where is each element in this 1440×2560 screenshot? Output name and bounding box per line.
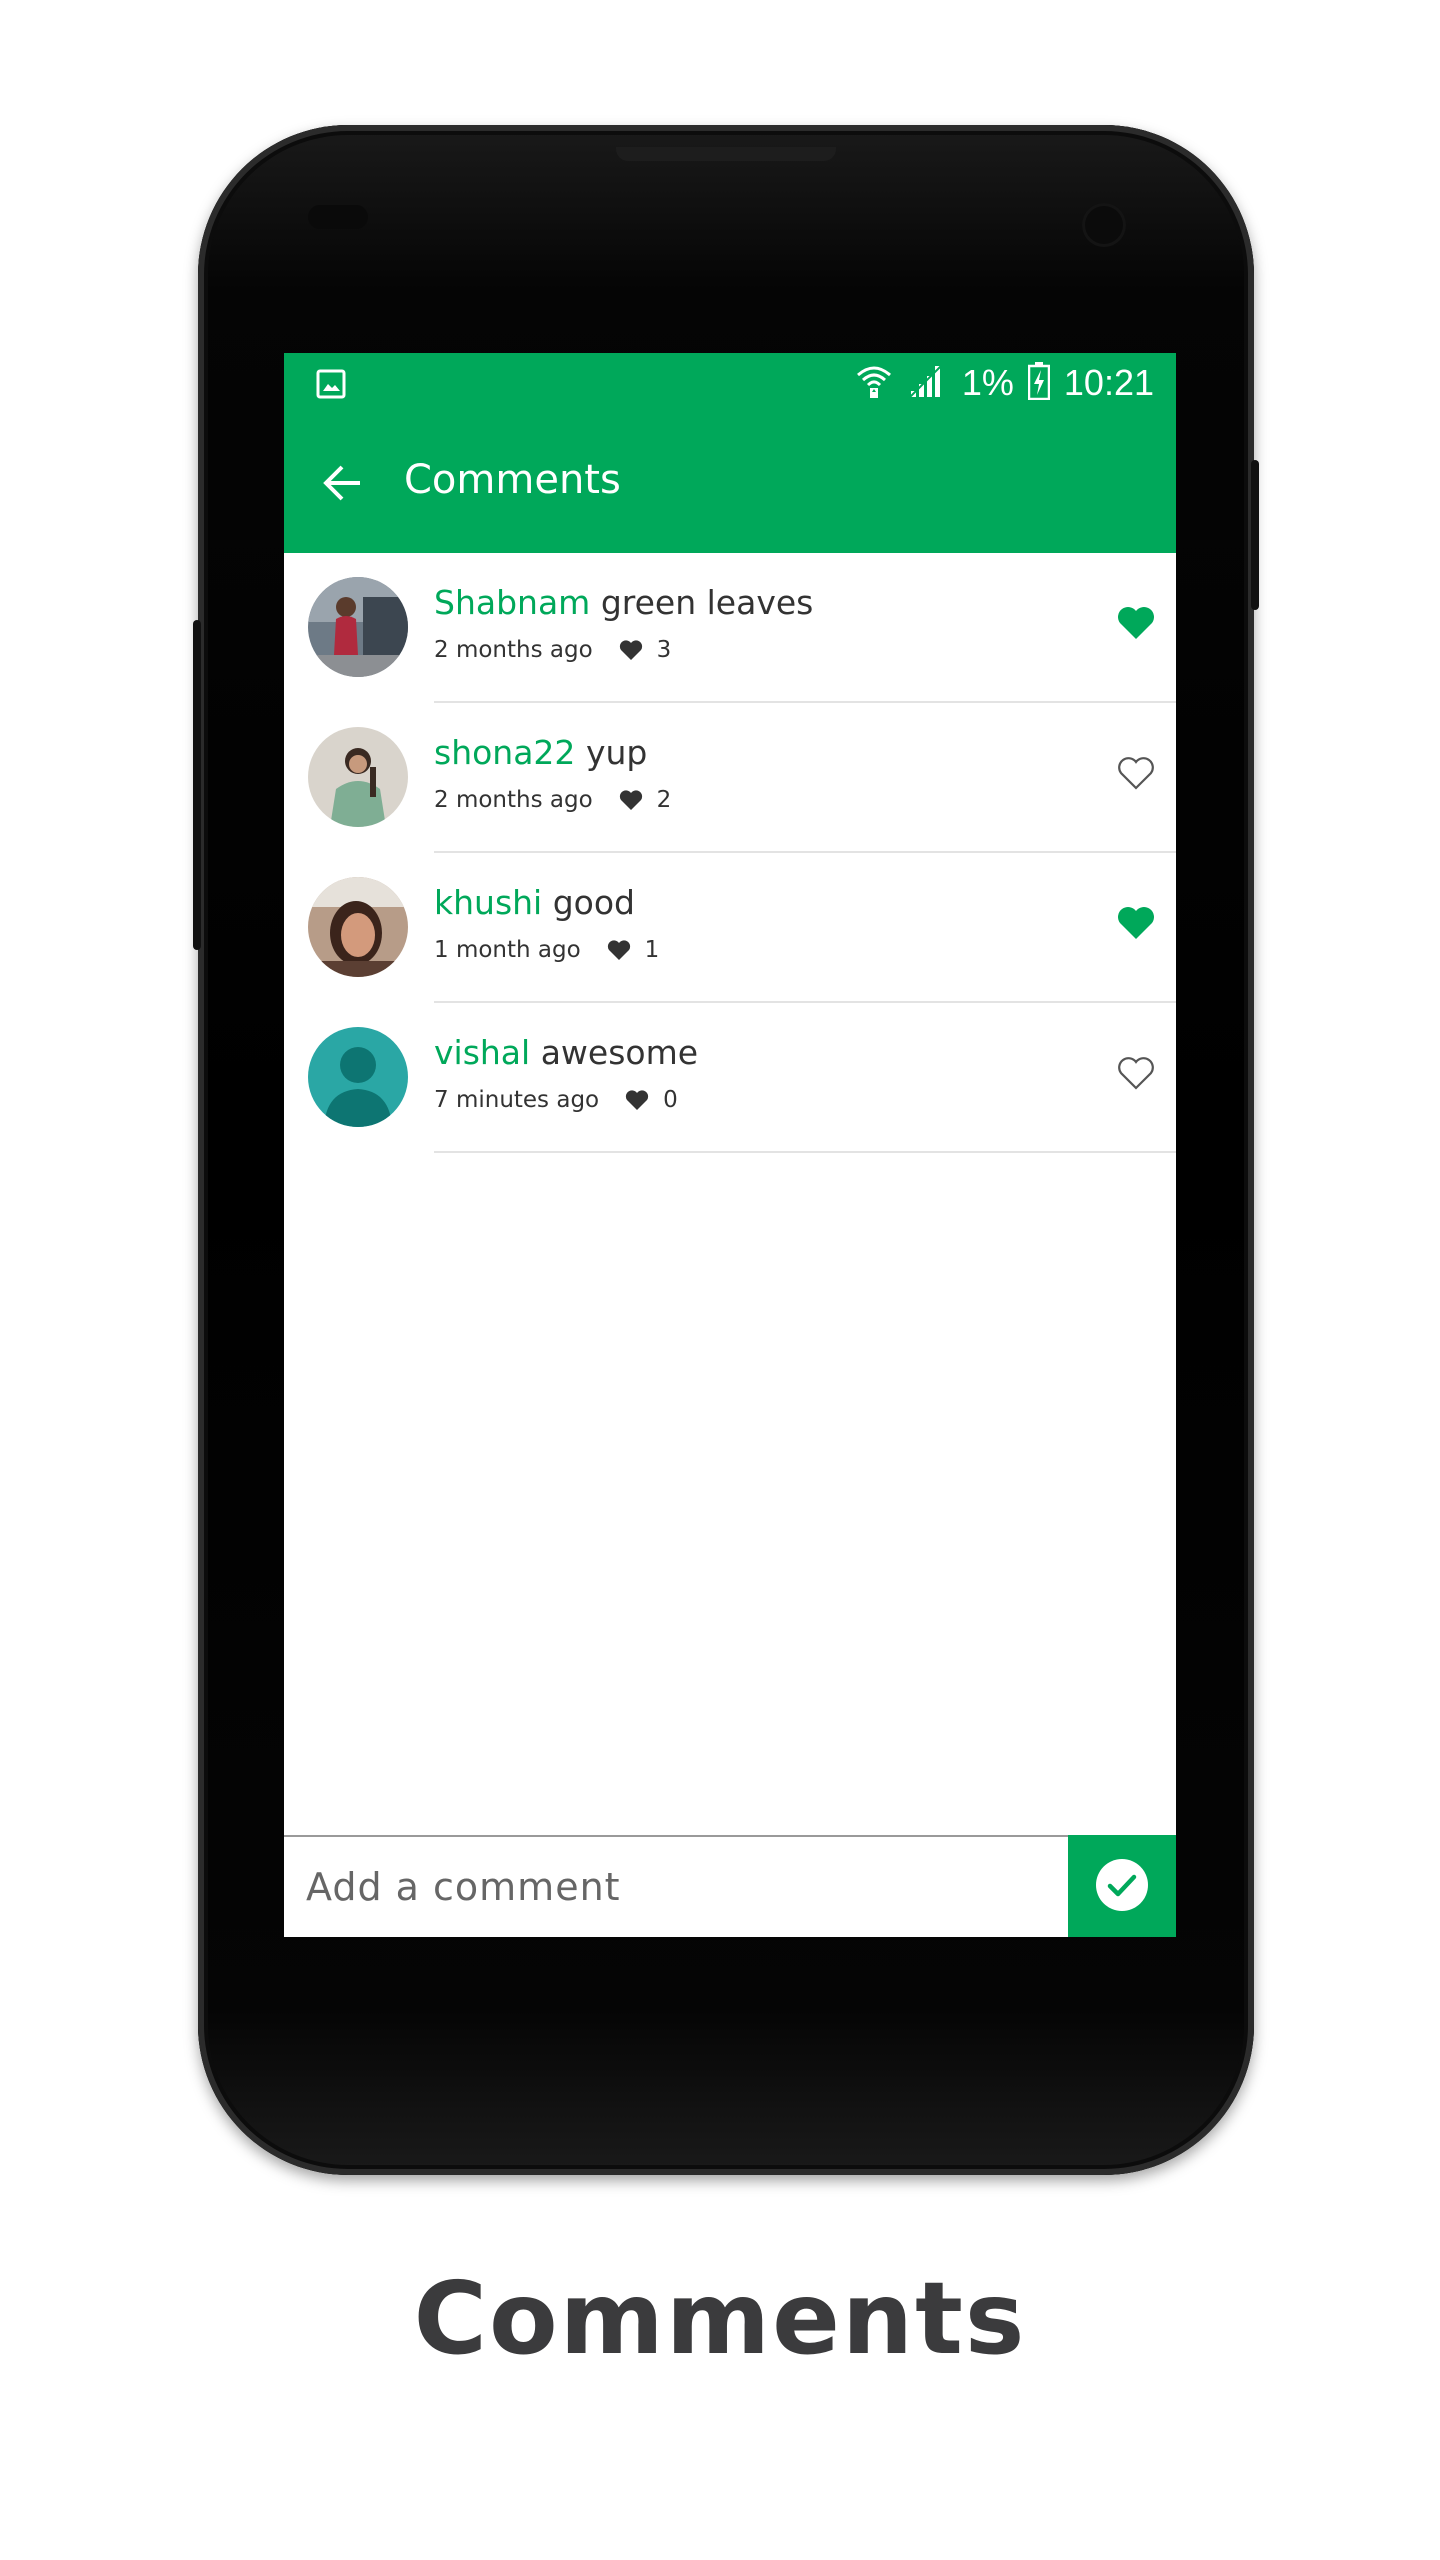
volume-button — [193, 620, 201, 950]
comment-list: Shabnam green leaves 2 months ago 3 shon… — [284, 553, 1176, 1153]
avatar[interactable] — [308, 577, 408, 677]
avatar[interactable] — [308, 1027, 408, 1127]
like-count: 2 — [656, 787, 672, 813]
comment-item: khushi good 1 month ago 1 — [284, 853, 1176, 1003]
check-circle-icon — [1094, 1857, 1150, 1917]
comment-composer — [284, 1835, 1176, 1937]
comment-item: Shabnam green leaves 2 months ago 3 — [284, 553, 1176, 703]
status-bar: 1% 10:21 — [284, 353, 1176, 413]
avatar[interactable] — [308, 727, 408, 827]
wifi-icon — [854, 361, 894, 405]
comment-text-line: shona22 yup — [434, 733, 647, 772]
heart-small-icon — [619, 789, 643, 811]
proximity-sensor — [308, 205, 368, 229]
heart-filled-icon[interactable] — [1116, 905, 1156, 945]
comment-text-line: khushi good — [434, 883, 635, 922]
divider — [434, 1151, 1176, 1153]
comment-input[interactable] — [284, 1837, 1064, 1937]
phone-screen: 1% 10:21 Comments Shabnam green leaves 2… — [284, 353, 1176, 1937]
battery-percent: 1% — [961, 362, 1014, 403]
comment-time: 2 months ago — [434, 787, 593, 813]
page-title: Comments — [404, 457, 621, 503]
like-count: 0 — [663, 1087, 678, 1113]
promo-caption: Comments — [413, 2260, 1027, 2377]
comment-item: shona22 yup 2 months ago 2 — [284, 703, 1176, 853]
comment-meta: 2 months ago 3 — [434, 637, 671, 663]
comment-meta: 1 month ago 1 — [434, 937, 659, 963]
heart-small-icon — [619, 639, 643, 661]
comment-username[interactable]: shona22 — [434, 733, 575, 772]
battery-charging-icon — [1027, 362, 1051, 404]
comment-time: 1 month ago — [434, 937, 581, 963]
arrow-left-icon[interactable] — [320, 461, 364, 509]
like-count: 3 — [656, 637, 672, 663]
avatar[interactable] — [308, 877, 408, 977]
image-icon — [316, 369, 346, 403]
comment-username[interactable]: khushi — [434, 883, 542, 922]
heart-outline-icon[interactable] — [1116, 755, 1156, 795]
comment-text-line: vishal awesome — [434, 1033, 698, 1072]
heart-small-icon — [625, 1089, 649, 1111]
comment-username[interactable]: Shabnam — [434, 583, 590, 622]
comment-text-line: Shabnam green leaves — [434, 583, 813, 622]
comment-meta: 7 minutes ago 0 — [434, 1087, 678, 1113]
heart-outline-icon[interactable] — [1116, 1055, 1156, 1095]
app-bar: Comments — [284, 413, 1176, 553]
front-camera — [1082, 203, 1126, 247]
like-count: 1 — [644, 937, 660, 963]
comment-item: vishal awesome 7 minutes ago 0 — [284, 1003, 1176, 1153]
comment-meta: 2 months ago 2 — [434, 787, 671, 813]
comment-username[interactable]: vishal — [434, 1033, 530, 1072]
clock: 10:21 — [1063, 362, 1154, 403]
signal-icon — [908, 361, 948, 405]
comment-body: awesome — [540, 1033, 699, 1072]
comment-body: yup — [585, 733, 648, 772]
send-button[interactable] — [1068, 1835, 1176, 1937]
comment-time: 2 months ago — [434, 637, 593, 663]
speaker-grille — [616, 147, 836, 161]
comment-time: 7 minutes ago — [434, 1087, 600, 1113]
power-button — [1251, 460, 1259, 610]
comment-body: good — [552, 883, 635, 922]
comment-body: green leaves — [600, 583, 814, 622]
heart-filled-icon[interactable] — [1116, 605, 1156, 645]
heart-small-icon — [607, 939, 631, 961]
